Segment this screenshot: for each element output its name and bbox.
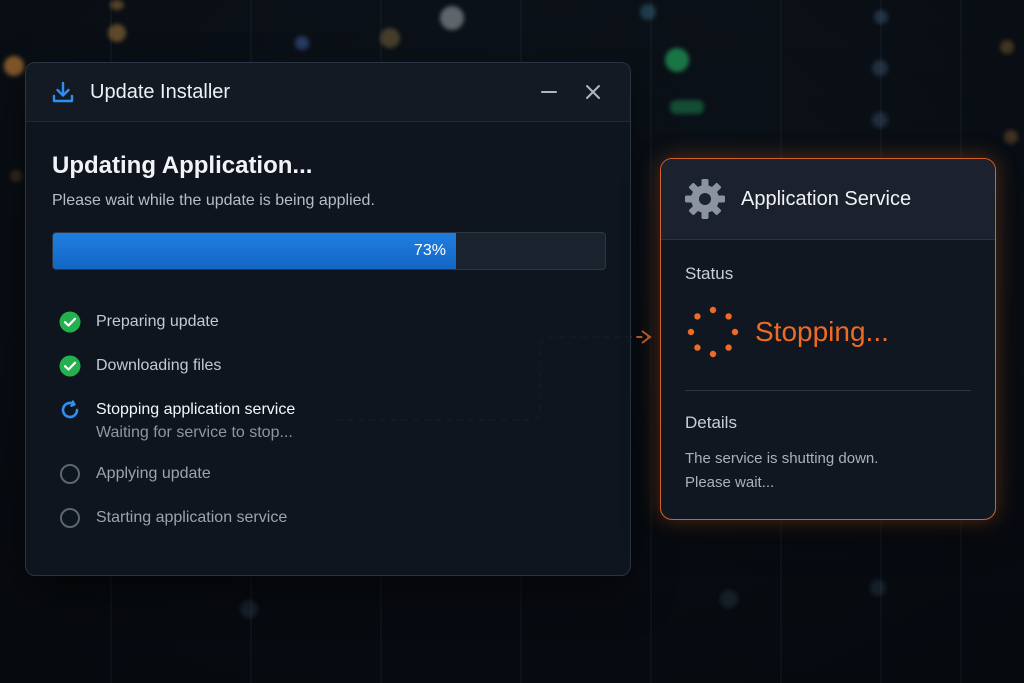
step-sublabel: Waiting for service to stop... — [96, 424, 293, 441]
step-stopping-service: Stopping application service Waiting for… — [58, 398, 604, 442]
close-button[interactable] — [580, 79, 606, 105]
progress-bar: 73% — [52, 232, 606, 270]
service-title: Application Service — [741, 187, 912, 210]
step-downloading-files: Downloading files — [58, 354, 604, 378]
installer-content: Updating Application... Please wait whil… — [26, 122, 630, 530]
refresh-spinner-icon — [58, 398, 82, 422]
loading-spinner-icon — [687, 306, 739, 358]
page-subtitle: Please wait while the update is being ap… — [52, 192, 375, 209]
minimize-button[interactable] — [536, 79, 562, 105]
step-label: Preparing update — [96, 313, 219, 330]
gear-icon — [685, 179, 725, 219]
step-label: Stopping application service — [96, 401, 296, 418]
step-applying-update: Applying update — [58, 462, 604, 486]
minimize-icon — [541, 91, 557, 93]
status-value: Stopping... — [755, 316, 889, 347]
step-label: Applying update — [96, 465, 211, 482]
page-title: Updating Application... — [52, 152, 313, 179]
service-panel: Application Service Status Stopping... D… — [660, 158, 996, 520]
details-label: Details — [685, 413, 737, 432]
installer-window: Update Installer Updating Application...… — [25, 62, 631, 576]
step-starting-service: Starting application service — [58, 506, 604, 530]
empty-circle-icon — [58, 506, 82, 530]
empty-circle-icon — [58, 462, 82, 486]
step-label: Starting application service — [96, 509, 288, 526]
status-label: Status — [685, 264, 734, 283]
details-line: The service is shutting down. — [685, 450, 879, 467]
details-text: The service is shutting down. Please wai… — [685, 447, 971, 495]
close-icon — [586, 85, 600, 99]
status-row: Stopping... — [685, 304, 971, 360]
step-preparing-update: Preparing update — [58, 310, 604, 334]
divider — [685, 390, 971, 391]
service-header: Application Service — [661, 159, 995, 240]
check-circle-icon — [58, 354, 82, 378]
download-icon — [50, 79, 76, 105]
step-label: Downloading files — [96, 357, 222, 374]
title-bar: Update Installer — [26, 63, 630, 122]
service-body: Status Stopping... Details The service i… — [661, 240, 995, 495]
details-line: Please wait... — [685, 474, 775, 491]
progress-percent: 73% — [413, 242, 446, 259]
window-title: Update Installer — [90, 80, 231, 103]
step-list: Preparing update Downloading files Stopp… — [52, 310, 604, 530]
check-circle-icon — [58, 310, 82, 334]
